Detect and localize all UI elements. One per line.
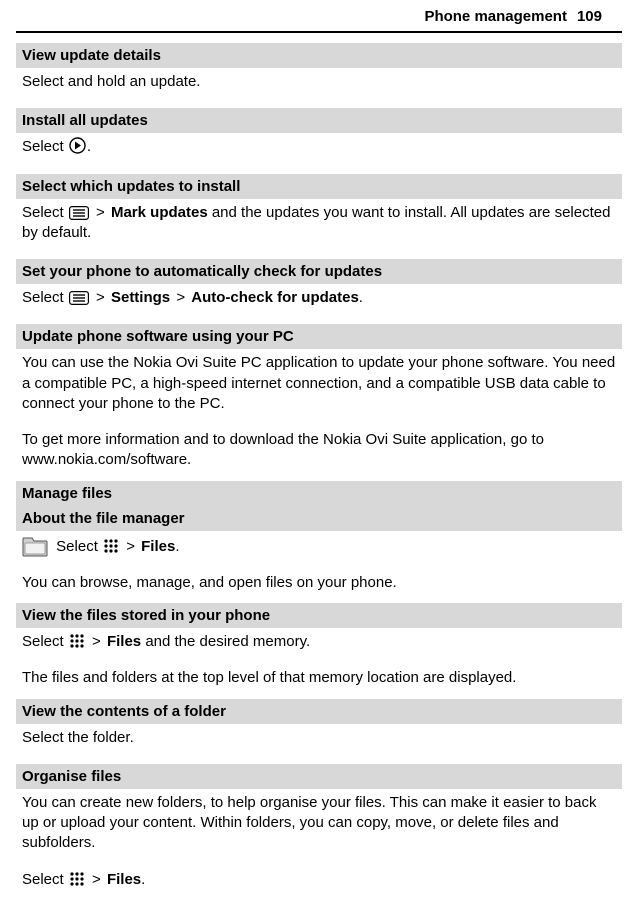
- text-select: Select: [52, 538, 102, 555]
- heading-view-update-details: View update details: [16, 43, 622, 68]
- header-page-number: 109: [577, 8, 602, 25]
- body-view-files-stored-2: The files and folders at the top level o…: [22, 668, 616, 688]
- gt-separator: >: [126, 538, 135, 555]
- heading-update-pc: Update phone software using your PC: [16, 324, 622, 349]
- heading-manage-files: Manage files: [16, 481, 622, 506]
- text-files: Files: [107, 871, 141, 888]
- text-auto-check: Auto-check for updates: [191, 289, 359, 306]
- body-update-pc-1: You can use the Nokia Ovi Suite PC appli…: [16, 349, 622, 420]
- text-period: .: [175, 538, 179, 555]
- gt-separator: >: [92, 633, 101, 650]
- body-organise-files-2: Select > Files.: [22, 870, 616, 890]
- gt-separator: >: [96, 204, 105, 221]
- heading-select-which-updates: Select which updates to install: [16, 174, 622, 199]
- text-files: Files: [107, 633, 141, 650]
- gt-separator: >: [96, 289, 105, 306]
- page: Phone management 109 View update details…: [0, 0, 638, 914]
- body-organise-files-1: You can create new folders, to help orga…: [16, 789, 622, 860]
- heading-view-files-stored: View the files stored in your phone: [16, 603, 622, 628]
- page-header: Phone management 109: [16, 0, 622, 33]
- body-about-file-manager: Select > Files.: [16, 531, 622, 563]
- options-icon: [69, 206, 89, 220]
- options-icon: [69, 291, 89, 305]
- text-select: Select: [22, 289, 68, 306]
- text-select: Select: [22, 871, 68, 888]
- heading-organise-files: Organise files: [16, 764, 622, 789]
- body-select-which-updates: Select > Mark updates and the updates yo…: [16, 199, 622, 250]
- header-title: Phone management: [424, 8, 567, 25]
- gt-separator: >: [92, 871, 101, 888]
- text-rest: and the desired memory.: [141, 633, 310, 650]
- heading-view-folder-contents: View the contents of a folder: [16, 699, 622, 724]
- body-view-folder-contents: Select the folder.: [16, 724, 622, 754]
- body-about-file-manager-2: You can browse, manage, and open files o…: [22, 573, 616, 593]
- text-settings: Settings: [111, 289, 170, 306]
- text-period: .: [359, 289, 363, 306]
- text-select: Select: [22, 633, 68, 650]
- text-mark-updates: Mark updates: [111, 204, 208, 221]
- heading-auto-check: Set your phone to automatically check fo…: [16, 259, 622, 284]
- body-view-update-details: Select and hold an update.: [16, 68, 622, 98]
- menu-grid-icon: [103, 538, 119, 554]
- play-circle-icon: [69, 137, 86, 154]
- text-period: .: [141, 871, 145, 888]
- body-install-all-updates: Select .: [16, 133, 622, 163]
- body-view-files-stored: Select > Files and the desired memory.: [16, 628, 622, 658]
- menu-grid-icon: [69, 871, 85, 887]
- text-select: Select: [22, 138, 68, 155]
- body-auto-check: Select > Settings > Auto-check for updat…: [16, 284, 622, 314]
- body-update-pc-2: To get more information and to download …: [22, 430, 616, 471]
- heading-install-all-updates: Install all updates: [16, 108, 622, 133]
- text-period: .: [87, 138, 91, 155]
- heading-about-file-manager: About the file manager: [16, 506, 622, 531]
- folder-icon: [22, 535, 48, 557]
- text-select: Select: [22, 204, 68, 221]
- menu-grid-icon: [69, 633, 85, 649]
- gt-separator: >: [176, 289, 185, 306]
- content: View update details Select and hold an u…: [0, 43, 638, 914]
- text-files: Files: [141, 538, 175, 555]
